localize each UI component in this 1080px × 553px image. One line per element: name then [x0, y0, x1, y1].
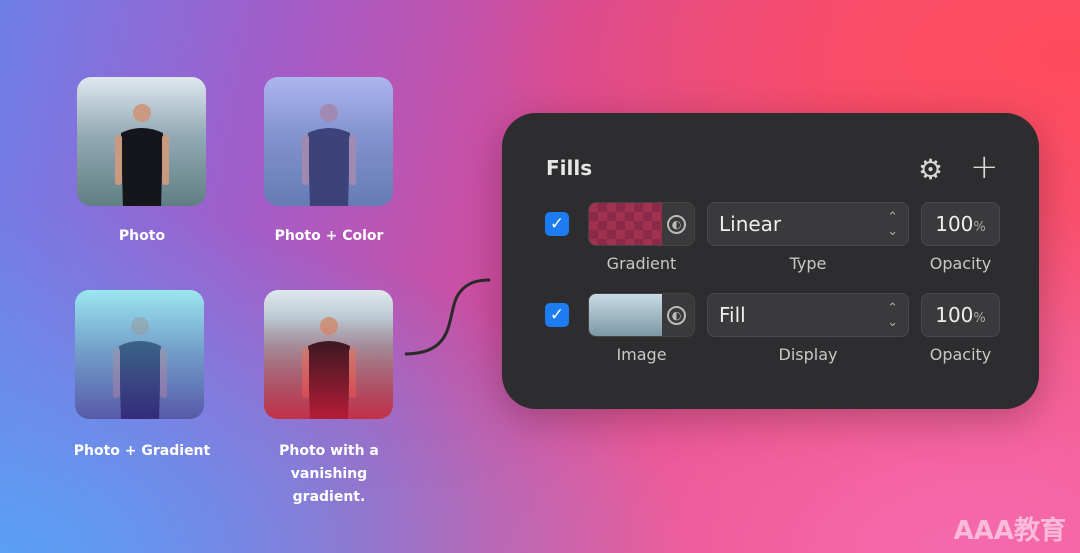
opacity-value: 100 — [935, 303, 974, 327]
preview-label: Gradient — [606, 254, 677, 273]
opacity-unit: % — [973, 220, 986, 235]
chevron-up-down-icon: ⌃ ⌄ — [887, 210, 898, 239]
chevron-up-down-icon: ⌃ ⌄ — [887, 301, 898, 330]
fill-preview-swatch[interactable]: ◐ — [588, 202, 695, 246]
dropdown-label: Display — [778, 345, 838, 364]
opacity-value: 100 — [935, 212, 974, 236]
example-photo — [75, 290, 204, 419]
fills-panel: Fills ⚙ + ✓ ◐ Gradient Linear ⌃ ⌄ Type 100… — [502, 113, 1039, 409]
example-photo — [264, 290, 393, 419]
opacity-input[interactable]: 100% — [921, 293, 1000, 337]
gear-icon[interactable]: ⚙ — [918, 153, 943, 186]
opacity-label: Opacity — [929, 254, 992, 273]
fill-enabled-checkbox[interactable]: ✓ — [545, 303, 569, 327]
dropdown-value: Linear — [719, 212, 782, 236]
opacity-label: Opacity — [929, 345, 992, 364]
blend-mode-icon[interactable]: ◐ — [667, 306, 686, 325]
opacity-input[interactable]: 100% — [921, 202, 1000, 246]
example-photo — [77, 77, 206, 206]
example-label: Photo — [118, 228, 166, 244]
example-label: Photo with a vanishing gradient. — [279, 443, 379, 505]
dropdown-value: Fill — [719, 303, 746, 327]
fill-type-dropdown[interactable]: Linear ⌃ ⌄ — [707, 202, 909, 246]
fill-preview-swatch[interactable]: ◐ — [588, 293, 695, 337]
fill-type-dropdown[interactable]: Fill ⌃ ⌄ — [707, 293, 909, 337]
example-label: Photo + Color — [274, 228, 384, 244]
opacity-unit: % — [973, 311, 986, 326]
watermark: AAA教育 — [953, 516, 1066, 546]
connector-line — [404, 278, 491, 356]
dropdown-label: Type — [789, 254, 827, 273]
example-label: Photo + Gradient — [73, 443, 211, 459]
blend-mode-icon[interactable]: ◐ — [667, 215, 686, 234]
fill-enabled-checkbox[interactable]: ✓ — [545, 212, 569, 236]
example-photo — [264, 77, 393, 206]
panel-title: Fills — [546, 156, 593, 180]
preview-label: Image — [616, 345, 667, 364]
plus-icon[interactable]: + — [970, 147, 999, 187]
